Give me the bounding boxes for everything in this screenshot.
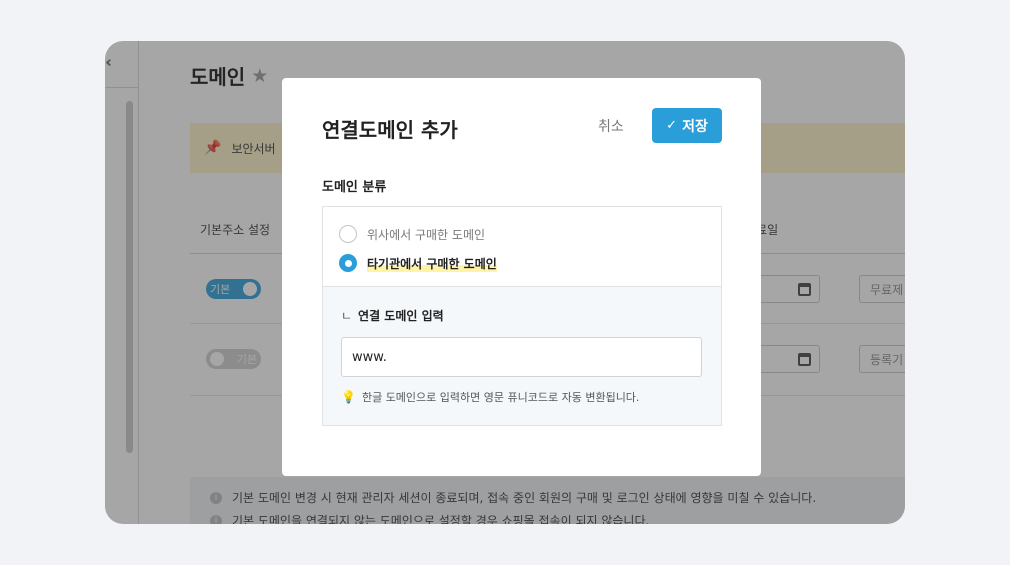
hint: 💡 한글 도메인으로 입력하면 영문 퓨니코드로 자동 변환됩니다. (341, 389, 639, 405)
section-label: 도메인 분류 (322, 180, 387, 195)
radio-option-purchased-here[interactable]: 위사에서 구매한 도메인 (339, 223, 721, 245)
connect-domain-label-text: 연결 도메인 입력 (358, 309, 444, 323)
save-button-label: 저장 (682, 118, 708, 135)
connect-domain-panel: ㄴ 연결 도메인 입력 💡 한글 도메인으로 입력하면 영문 퓨니코드로 자동 변… (322, 286, 722, 426)
radio-label: 위사에서 구매한 도메인 (367, 227, 486, 242)
domain-type-options: 위사에서 구매한 도메인 타기관에서 구매한 도메인 (322, 206, 722, 286)
radio-button[interactable] (339, 225, 357, 243)
radio-label: 타기관에서 구매한 도메인 (367, 254, 497, 272)
hint-text: 한글 도메인으로 입력하면 영문 퓨니코드로 자동 변환됩니다. (361, 391, 640, 404)
modal-title: 연결도메인 추가 (322, 118, 458, 142)
corner-mark: ㄴ (341, 309, 353, 323)
cancel-button[interactable]: 취소 (598, 116, 624, 136)
connect-domain-label: ㄴ 연결 도메인 입력 (341, 307, 444, 324)
save-button[interactable]: ✓ 저장 (652, 108, 722, 143)
domain-input[interactable] (341, 337, 702, 377)
bulb-icon: 💡 (341, 390, 356, 404)
radio-option-purchased-elsewhere[interactable]: 타기관에서 구매한 도메인 (339, 252, 721, 274)
check-icon: ✓ (666, 118, 678, 133)
add-domain-modal: 연결도메인 추가 취소 ✓ 저장 도메인 분류 위사에서 구매한 도메인 타기관… (282, 78, 761, 476)
radio-button-selected[interactable] (339, 254, 357, 272)
